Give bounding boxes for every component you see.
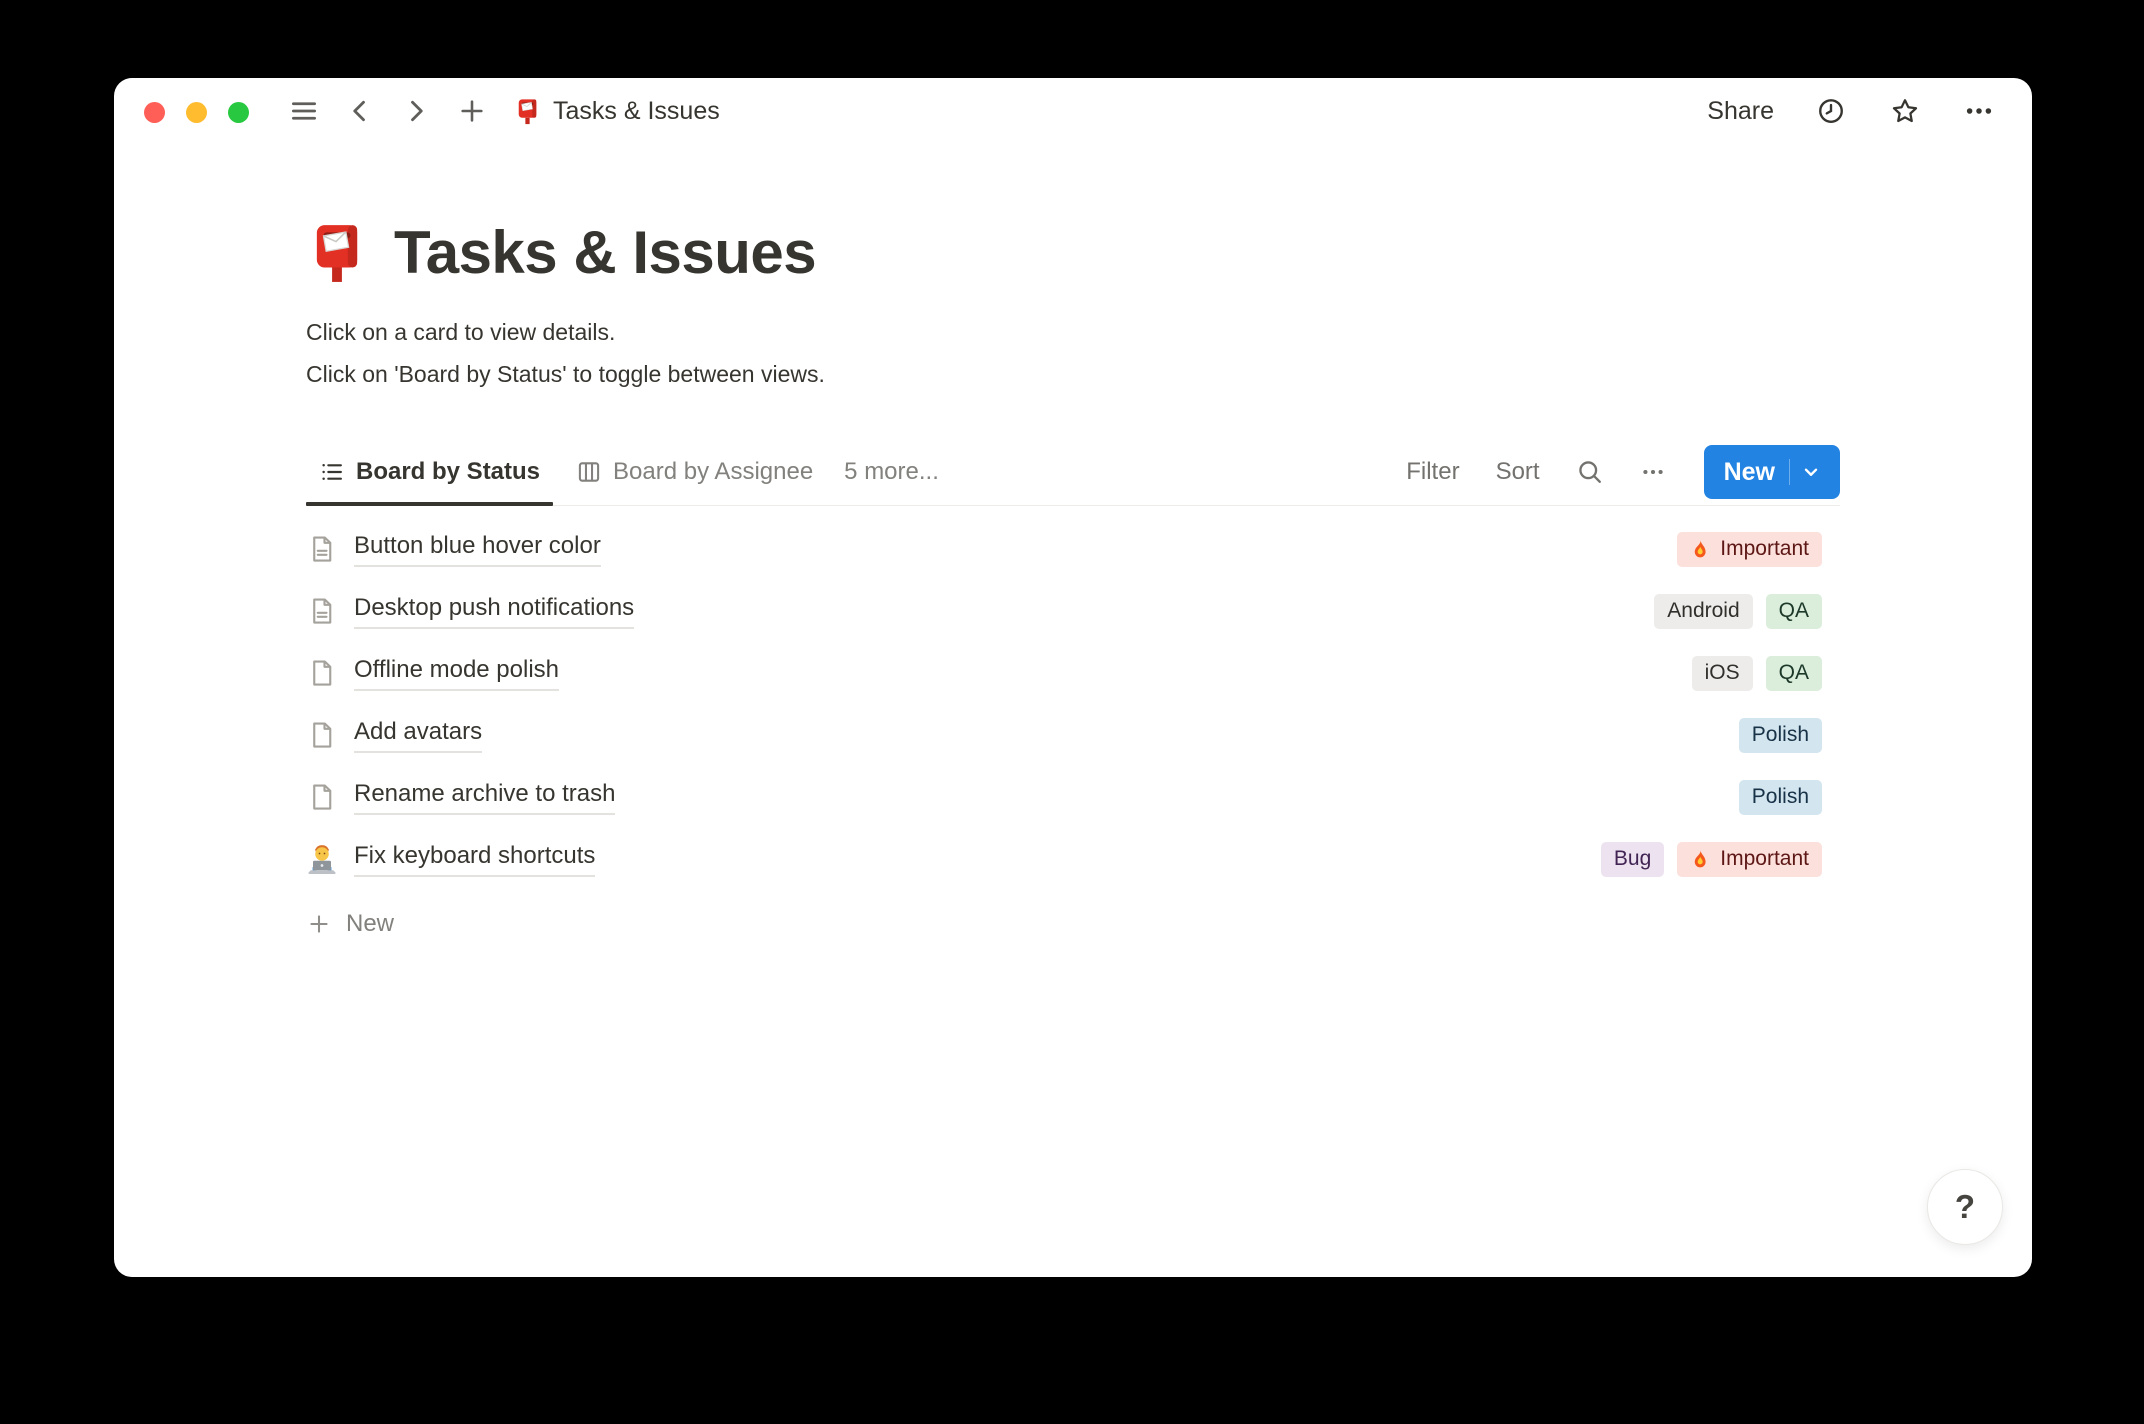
titlebar-page-title[interactable]: Tasks & Issues	[553, 97, 720, 126]
help-button[interactable]: ?	[1927, 1169, 2003, 1245]
list-view-icon	[319, 459, 345, 485]
tag-important[interactable]: Important	[1677, 841, 1822, 877]
filter-button[interactable]: Filter	[1406, 458, 1459, 486]
tag-ios[interactable]: iOS	[1691, 655, 1753, 691]
page-blank-icon	[306, 720, 338, 750]
technologist-emoji-icon	[306, 844, 338, 874]
task-row[interactable]: Add avatars Polish	[306, 704, 1840, 766]
tab-label: Board by Status	[356, 458, 541, 485]
share-button[interactable]: Share	[1707, 97, 1774, 126]
task-title[interactable]: Rename archive to trash	[354, 779, 616, 815]
description-line-1: Click on a card to view details.	[306, 319, 616, 345]
view-toolbar: Board by Status Board by Assignee 5 more…	[306, 439, 1840, 506]
board-view-icon	[576, 459, 602, 485]
task-title[interactable]: Add avatars	[354, 717, 483, 753]
history-clock-icon[interactable]	[1814, 94, 1848, 128]
more-options-icon[interactable]	[1962, 94, 1996, 128]
tag-label: Polish	[1751, 723, 1809, 746]
favorite-star-icon[interactable]	[1888, 94, 1922, 128]
tag-label: Important	[1720, 537, 1809, 560]
view-options-icon[interactable]	[1640, 459, 1666, 485]
sidebar-menu-icon[interactable]	[287, 94, 321, 128]
tag-important[interactable]: Important	[1677, 531, 1822, 567]
tag-label: Important	[1720, 847, 1809, 870]
page-description: Click on a card to view details. Click o…	[306, 311, 1840, 395]
task-list: Button blue hover color Important Deskto…	[306, 518, 1840, 956]
page-blank-icon	[306, 782, 338, 812]
plus-icon	[306, 911, 332, 937]
tag-qa[interactable]: QA	[1765, 593, 1822, 629]
tag-label: QA	[1778, 599, 1809, 622]
page-title[interactable]: Tasks & Issues	[394, 218, 817, 287]
sort-button[interactable]: Sort	[1496, 458, 1540, 486]
tab-board-by-assignee[interactable]: Board by Assignee	[563, 439, 826, 505]
tab-board-by-status[interactable]: Board by Status	[306, 439, 554, 506]
task-title[interactable]: Fix keyboard shortcuts	[354, 841, 596, 877]
tag-qa[interactable]: QA	[1765, 655, 1822, 691]
tab-more-views[interactable]: 5 more...	[838, 439, 945, 505]
tag-label: iOS	[1704, 661, 1740, 684]
add-new-task-label: New	[346, 910, 395, 937]
flame-icon	[1695, 849, 1706, 868]
task-row[interactable]: Desktop push notifications Android QA	[306, 580, 1840, 642]
forward-icon[interactable]	[399, 94, 433, 128]
minimize-window-button[interactable]	[186, 101, 207, 123]
notion-window: Tasks & Issues Share Tasks & Issues Clic…	[114, 78, 2032, 1277]
tag-android[interactable]: Android	[1654, 593, 1753, 629]
search-icon[interactable]	[1576, 458, 1604, 486]
zoom-window-button[interactable]	[228, 101, 249, 123]
tag-label: Android	[1667, 599, 1740, 622]
page-content: Tasks & Issues Click on a card to view d…	[114, 218, 2032, 956]
page-postbox-icon	[513, 97, 541, 125]
back-icon[interactable]	[343, 94, 377, 128]
task-row[interactable]: Offline mode polish iOS QA	[306, 642, 1840, 704]
new-button-label: New	[1723, 457, 1775, 486]
page-blank-icon	[306, 658, 338, 688]
titlebar: Tasks & Issues Share	[114, 78, 2032, 144]
task-title[interactable]: Button blue hover color	[354, 531, 601, 567]
tag-label: Bug	[1613, 847, 1652, 870]
tab-label: Board by Assignee	[613, 458, 814, 485]
view-tabs: Board by Status Board by Assignee 5 more…	[306, 439, 945, 506]
task-row[interactable]: Fix keyboard shortcuts Bug Important	[306, 828, 1840, 890]
tag-polish[interactable]: Polish	[1738, 779, 1822, 815]
tag-polish[interactable]: Polish	[1738, 717, 1822, 753]
task-title[interactable]: Offline mode polish	[354, 655, 560, 691]
tag-label: QA	[1778, 661, 1809, 684]
page-with-text-icon	[306, 596, 338, 626]
close-window-button[interactable]	[144, 101, 165, 123]
task-row[interactable]: Rename archive to trash Polish	[306, 766, 1840, 828]
task-title[interactable]: Desktop push notifications	[354, 593, 635, 629]
page-postbox-emoji[interactable]	[306, 222, 368, 284]
flame-icon	[1695, 539, 1706, 558]
add-new-task-button[interactable]: New	[306, 892, 1840, 956]
tag-label: Polish	[1751, 785, 1809, 808]
new-button[interactable]: New	[1703, 445, 1840, 499]
page-with-text-icon	[306, 534, 338, 564]
chevron-down-icon[interactable]	[1790, 461, 1830, 483]
new-tab-plus-icon[interactable]	[455, 94, 489, 128]
description-line-2: Click on 'Board by Status' to toggle bet…	[306, 361, 825, 387]
window-controls	[144, 101, 249, 123]
tab-label: 5 more...	[844, 458, 939, 485]
tag-bug[interactable]: Bug	[1600, 841, 1665, 877]
task-row[interactable]: Button blue hover color Important	[306, 518, 1840, 580]
